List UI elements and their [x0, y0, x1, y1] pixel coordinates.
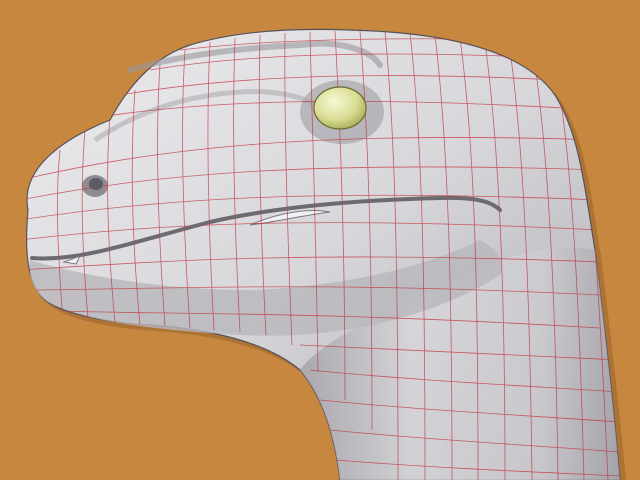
eye-highlight: [313, 86, 367, 130]
dinosaur-render: [0, 0, 640, 480]
3d-render-viewport: [0, 0, 640, 480]
nostril-opening: [89, 178, 103, 190]
